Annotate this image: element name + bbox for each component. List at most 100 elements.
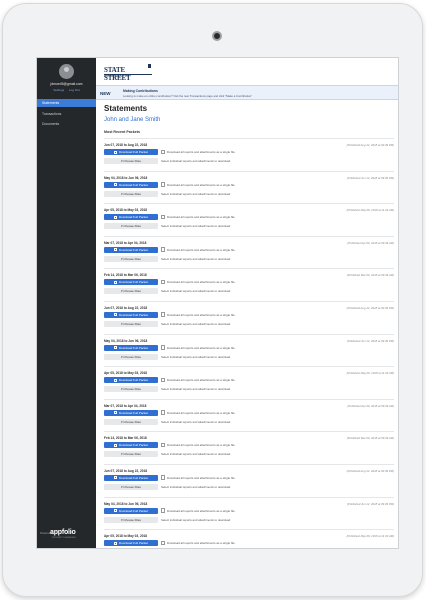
download-note: Download all reports and attachments as … (167, 247, 236, 252)
choose-files-button[interactable]: ▾ Choose Files (104, 386, 158, 393)
packet-published: (Published May 09, 2018 at 11:33 AM) (346, 208, 394, 213)
choose-note: Select individual reports and attachment… (161, 256, 231, 261)
logout-link[interactable]: Log Out (69, 88, 80, 92)
packet-date: May 04, 2018 to Jun 06, 2018 (104, 501, 148, 506)
download-icon (113, 313, 117, 317)
choose-files-button[interactable]: ▾ Choose Files (104, 483, 158, 490)
packet-published: (Published May 09, 2018 at 11:33 AM) (346, 534, 394, 539)
choose-note: Select individual reports and attachment… (161, 289, 231, 294)
download-icon (113, 183, 117, 187)
download-packet-button[interactable]: Download Full Packet (104, 279, 158, 286)
download-note: Download all reports and attachments as … (167, 345, 236, 350)
choose-files-button[interactable]: ▾ Choose Files (104, 418, 158, 425)
company-logo: STATE STREET MANAGEMENT CO. (104, 64, 152, 82)
choose-files-button[interactable]: ▾ Choose Files (104, 288, 158, 295)
pdf-icon (161, 508, 165, 513)
pdf-icon (161, 149, 165, 154)
notice-title: Making Contributions (123, 89, 158, 93)
choose-files-button[interactable]: ▾ Choose Files (104, 158, 158, 164)
download-icon (113, 248, 117, 252)
packet-published: (Published Jun 12, 2018 at 09:39 PM) (347, 175, 394, 180)
packet-date: Jun 07, 2018 to Aug 22, 2018 (104, 143, 148, 147)
user-links: Settings Log Out (37, 88, 96, 92)
download-icon (113, 346, 117, 350)
choose-note: Select individual reports and attachment… (161, 387, 231, 392)
packet-published: (Published Jun 12, 2018 at 09:39 PM) (347, 338, 394, 343)
packet-date: Jun 07, 2018 to Aug 22, 2018 (104, 468, 148, 473)
packet-list: Jun 07, 2018 to Aug 22, 2018 (Published A… (104, 138, 394, 548)
download-packet-button[interactable]: Download Full Packet (104, 507, 158, 514)
choose-note: Select individual reports and attachment… (161, 484, 231, 489)
download-packet-button[interactable]: Download Full Packet (104, 214, 158, 221)
download-note: Download all reports and attachments as … (167, 508, 236, 513)
choose-button-label: Choose Files (123, 191, 141, 196)
packet-date: Apr 05, 2018 to May 03, 2018 (104, 208, 148, 213)
download-icon (113, 509, 117, 513)
user-email: jdmoe45@gmail.com (50, 82, 83, 86)
download-button-label: Download Full Packet (118, 150, 148, 154)
choose-files-button[interactable]: ▾ Choose Files (104, 320, 158, 327)
choose-note: Select individual reports and attachment… (161, 224, 231, 229)
pdf-icon (161, 312, 165, 317)
packet-item: May 04, 2018 to Jun 06, 2018 (Published J… (104, 170, 394, 204)
sidebar-item-documents[interactable]: Documents (37, 120, 96, 128)
packet-item: Mar 07, 2018 to Apr 04, 2018 (Published A… (104, 398, 394, 432)
packet-date: May 04, 2018 to Jun 06, 2018 (104, 338, 148, 343)
download-packet-button[interactable]: Download Full Packet (104, 149, 158, 155)
avatar[interactable] (59, 64, 74, 79)
download-note: Download all reports and attachments as … (167, 378, 236, 383)
packet-published: (Published Aug 22, 2018 at 02:39 PM) (346, 468, 394, 473)
download-packet-button[interactable]: Download Full Packet (104, 409, 158, 416)
packet-published: (Published Jun 12, 2018 at 09:39 PM) (347, 501, 394, 506)
packet-date: Apr 05, 2018 to May 03, 2018 (104, 371, 148, 376)
packet-date: Apr 05, 2018 to May 03, 2018 (104, 534, 148, 539)
packet-published: (Published Apr 09, 2018 at 09:49 AM) (347, 240, 394, 245)
download-note: Download all reports and attachments as … (167, 182, 236, 187)
notice-text[interactable]: Looking to make an online contribution? … (123, 94, 252, 98)
download-packet-button[interactable]: Download Full Packet (104, 474, 158, 481)
sidebar-item-transactions[interactable]: Transactions (37, 110, 96, 118)
download-icon (113, 541, 117, 545)
company-sub: MANAGEMENT CO. (104, 75, 131, 78)
download-packet-button[interactable]: Download Full Packet (104, 540, 158, 547)
download-packet-button[interactable]: Download Full Packet (104, 442, 158, 449)
sidebar-item-statements[interactable]: Statements (37, 99, 96, 107)
choose-button-label: Choose Files (123, 354, 141, 359)
main-content: STATE STREET MANAGEMENT CO. NEW Making C… (96, 58, 398, 548)
choose-files-button[interactable]: ▾ Choose Files (104, 451, 158, 458)
tablet-frame: jdmoe45@gmail.com Settings Log Out State… (2, 3, 423, 597)
download-packet-button[interactable]: Download Full Packet (104, 344, 158, 351)
download-note: Download all reports and attachments as … (167, 410, 236, 415)
pdf-icon (161, 279, 165, 285)
pdf-icon (161, 442, 165, 448)
packet-item: May 04, 2018 to Jun 06, 2018 (Published J… (104, 333, 394, 367)
download-note: Download all reports and attachments as … (167, 215, 236, 220)
settings-link[interactable]: Settings (53, 88, 64, 92)
camera-icon (212, 31, 222, 41)
download-note: Download all reports and attachments as … (167, 280, 236, 285)
packet-item: May 04, 2018 to Jun 06, 2018 (Published J… (104, 496, 394, 530)
packet-date: May 04, 2018 to Jun 06, 2018 (104, 175, 148, 180)
page-title: Statements (104, 104, 148, 113)
new-badge: NEW (100, 91, 111, 96)
choose-files-button[interactable]: ▾ Choose Files (104, 223, 158, 230)
download-packet-button[interactable]: Download Full Packet (104, 181, 158, 188)
download-packet-button[interactable]: Download Full Packet (104, 377, 158, 384)
choose-files-button[interactable]: ▾ Choose Files (104, 255, 158, 262)
choose-files-button[interactable]: ▾ Choose Files (104, 353, 158, 360)
download-packet-button[interactable]: Download Full Packet (104, 311, 158, 318)
packet-item: Mar 07, 2018 to Apr 04, 2018 (Published A… (104, 235, 394, 269)
download-packet-button[interactable]: Download Full Packet (104, 246, 158, 253)
packet-item: Jun 07, 2018 to Aug 22, 2018 (Published A… (104, 138, 394, 171)
choose-files-button[interactable]: ▾ Choose Files (104, 190, 158, 197)
packet-date: Feb 14, 2018 to Mar 06, 2018 (104, 273, 147, 278)
download-icon (113, 215, 117, 219)
packet-published: (Published Aug 22, 2018 at 02:39 PM) (346, 305, 394, 310)
download-note: Download all reports and attachments as … (167, 443, 236, 448)
choose-note: Select individual reports and attachment… (161, 354, 231, 359)
choose-note: Select individual reports and attachment… (161, 419, 231, 424)
download-icon (113, 411, 117, 415)
choose-files-button[interactable]: ▾ Choose Files (104, 516, 158, 523)
choose-note: Select individual reports and attachment… (161, 452, 231, 457)
packet-item: Jun 07, 2018 to Aug 22, 2018 (Published A… (104, 463, 394, 497)
